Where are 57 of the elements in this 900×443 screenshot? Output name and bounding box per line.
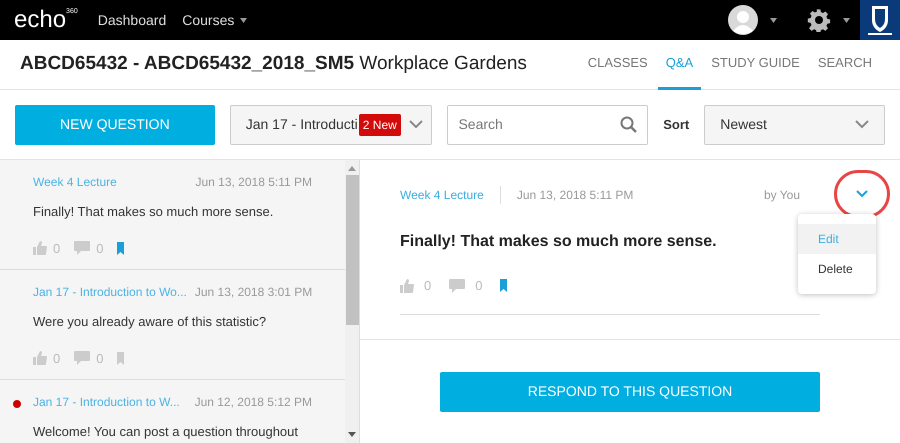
thumbs-up-icon[interactable] [33,241,47,256]
search-input[interactable]: Search [458,114,620,135]
avatar-icon[interactable] [728,5,758,35]
reply-count: 0 [96,350,104,368]
logo[interactable]: echo [14,8,66,32]
like-count: 0 [424,277,432,295]
crest-logo [860,0,900,40]
question-text: Were you already aware of this statistic? [33,313,268,331]
respond-button[interactable]: RESPOND TO THIS QUESTION [440,372,820,412]
question-date: Jun 12, 2018 5:12 PM [194,394,312,411]
new-question-button[interactable]: NEW QUESTION [15,104,215,144]
search-field[interactable]: Search [447,104,648,144]
search-icon [620,116,638,133]
course-title: ABCD65432 - ABCD65432_2018_SM5 Workplace Gardens [20,52,527,76]
bookmark-icon[interactable] [117,242,124,255]
scroll-down-icon[interactable] [348,432,356,437]
reply-count: 0 [96,240,104,258]
tab[interactable]: CLASSES [580,40,656,90]
sort-label: Sort [663,116,690,134]
question-text: Welcome! You can post a question throughout [33,423,300,441]
question-date: Jun 13, 2018 5:11 PM [516,187,634,204]
bookmark-icon[interactable] [117,352,124,365]
chevron-down-icon[interactable] [856,190,868,198]
chevron-down-icon [855,120,869,129]
like-count: 0 [53,350,60,368]
settings-icon[interactable] [807,8,831,32]
new-badge: 2 New [358,114,401,136]
menu-item[interactable]: Delete [798,254,876,284]
dropdown-value: Newest [720,115,768,134]
lesson-link[interactable]: Week 4 Lecture [400,186,501,204]
question-date: Jun 13, 2018 3:01 PM [194,284,312,301]
thumbs-up-icon[interactable] [400,278,414,293]
speech-bubble-icon[interactable] [74,241,90,256]
chevron-down-icon [408,120,423,129]
tab[interactable]: Q&A [658,40,702,90]
caret-icon [843,18,850,22]
nav-link[interactable]: Courses [182,10,234,30]
scrollbar[interactable] [345,160,360,443]
like-count: 0 [53,240,60,258]
menu-item[interactable]: Edit [798,224,876,254]
reply-count: 0 [475,277,482,295]
speech-bubble-icon[interactable] [449,278,466,293]
question-text: Finally! That makes so much more sense. [33,203,274,221]
nav-link[interactable]: Dashboard [98,10,166,30]
bookmark-icon[interactable] [500,279,508,292]
tab[interactable]: STUDY GUIDE [703,40,808,90]
question-date: Jun 13, 2018 5:11 PM [195,174,312,191]
question-text: Finally! That makes so much more sense. [400,232,718,252]
speech-bubble-icon[interactable] [74,351,90,366]
class-filter-dropdown[interactable]: Jan 17 - Introducti 2 New [230,104,432,144]
thumbs-up-icon[interactable] [33,351,47,366]
dropdown-value: Jan 17 - Introducti [246,115,358,134]
sort-dropdown[interactable]: Newest [704,104,885,144]
author-label: by You [764,187,800,204]
caret-icon [770,18,777,22]
scroll-up-icon[interactable] [348,166,356,171]
tab[interactable]: SEARCH [810,40,880,90]
